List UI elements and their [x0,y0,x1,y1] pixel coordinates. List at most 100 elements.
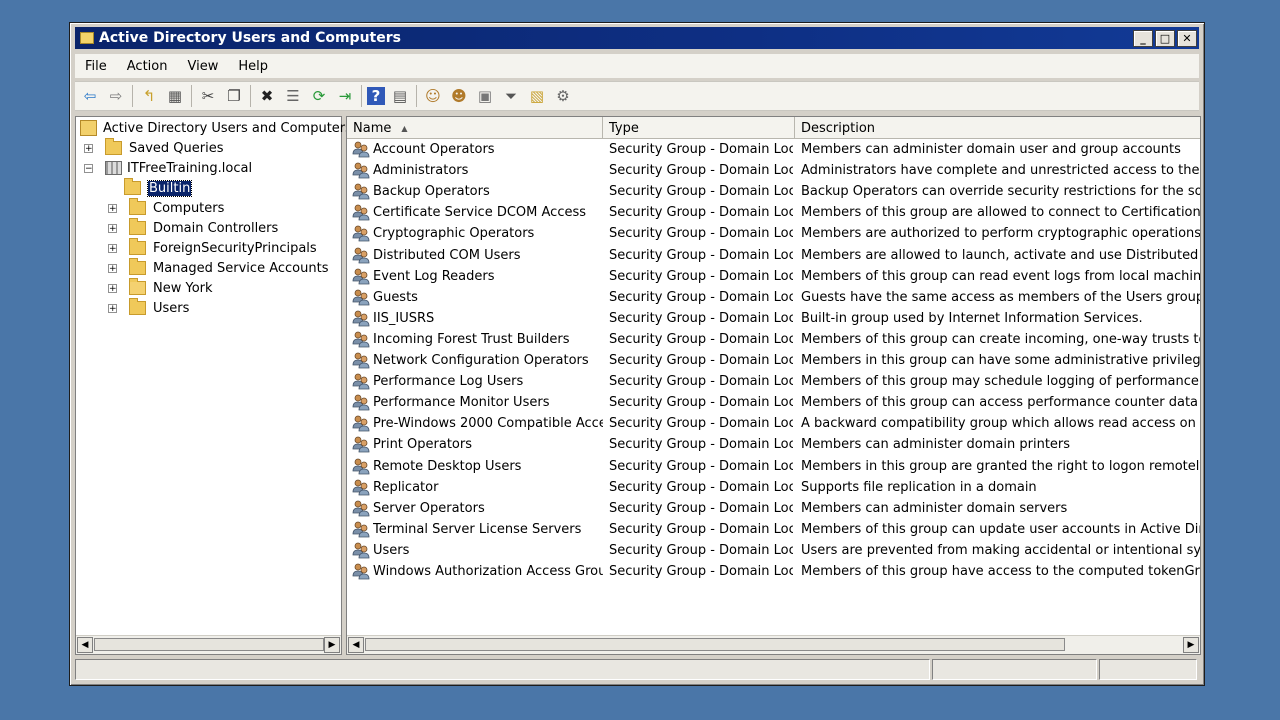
table-row[interactable]: Distributed COM Users Security Group - Do… [347,245,1200,266]
filter-icon[interactable]: ⏷ [500,85,522,107]
table-row[interactable]: Incoming Forest Trust Builders Security G… [347,329,1200,350]
show-console-tree-icon[interactable]: ▦ [164,85,186,107]
back-arrow-icon[interactable]: ⇦ [79,85,101,107]
table-row[interactable]: Cryptographic Operators Security Group - … [347,223,1200,244]
cell-description: Members are authorized to perform crypto… [801,226,1201,242]
menu-help[interactable]: Help [228,59,278,74]
tree-item-computers[interactable]: + Computers [108,198,224,218]
scroll-thumb[interactable] [365,638,1065,651]
scroll-left-arrow-icon[interactable]: ◀ [77,637,93,653]
table-row[interactable]: Server Operators Security Group - Domain … [347,498,1200,519]
table-row[interactable]: Backup Operators Security Group - Domain … [347,181,1200,202]
table-row[interactable]: IIS_IUSRS Security Group - Domain Local Bu… [347,308,1200,329]
tree-item-itfreetraining-local[interactable]: − ITFreeTraining.local [84,158,252,178]
maximize-button[interactable]: □ [1155,29,1175,47]
expand-icon[interactable]: + [84,143,93,153]
delegate-control-icon[interactable]: ⚙ [552,85,574,107]
tree-horizontal-scrollbar[interactable]: ◀ ▶ [76,635,341,654]
table-row[interactable]: Replicator Security Group - Domain Local S… [347,477,1200,498]
expand-icon[interactable]: + [108,303,117,313]
new-ou-icon[interactable]: ▣ [474,85,496,107]
cell-name: Certificate Service DCOM Access [373,205,587,221]
table-row[interactable]: Users Security Group - Domain Local Users … [347,540,1200,561]
cut-icon[interactable]: ✂ [197,85,219,107]
refresh-icon[interactable]: ⟳ [308,85,330,107]
tree-item-builtin[interactable]: Builtin [124,178,193,198]
cell-name: Network Configuration Operators [373,353,589,368]
tree-item-foreignsecurityprincipals[interactable]: + ForeignSecurityPrincipals [108,238,317,258]
expand-icon[interactable]: + [108,283,117,293]
title-bar[interactable]: Active Directory Users and Computers _ □… [75,27,1199,49]
cell-name: Account Operators [373,142,495,157]
cell-type: Security Group - Domain Local [609,500,793,516]
table-row[interactable]: Windows Authorization Access Group Securi… [347,561,1200,582]
collapse-icon[interactable]: − [84,163,93,173]
scroll-left-arrow-icon[interactable]: ◀ [348,637,364,653]
cell-type: Security Group - Domain Local [609,395,793,411]
expand-icon[interactable]: + [108,263,117,273]
up-folder-icon[interactable]: ↰ [138,85,160,107]
show-action-pane-icon[interactable]: ▤ [389,85,411,107]
cell-name: Event Log Readers [373,268,495,284]
expand-icon[interactable]: + [108,223,117,233]
cell-type: Security Group - Domain Local [609,268,793,284]
scroll-thumb[interactable] [94,638,324,651]
cell-description: Members of this group can update user ac… [801,521,1201,537]
status-cell-2 [932,659,1097,680]
table-row[interactable]: Certificate Service DCOM Access Security … [347,202,1200,223]
window-title: Active Directory Users and Computers [99,30,401,46]
table-row[interactable]: Print Operators Security Group - Domain L… [347,434,1200,455]
expand-icon[interactable]: + [108,243,117,253]
toolbar-separator [361,85,362,107]
cell-name: Performance Log Users [373,374,524,390]
scroll-right-arrow-icon[interactable]: ▶ [1183,637,1199,653]
column-header-type[interactable]: Type [603,117,795,138]
close-button[interactable]: ✕ [1177,29,1197,47]
security-group-icon [352,373,370,390]
table-row[interactable]: Guests Security Group - Domain Local Guest… [347,287,1200,308]
tree-item-saved-queries[interactable]: + Saved Queries [84,138,224,158]
table-row[interactable]: Pre-Windows 2000 Compatible Access Securi… [347,413,1200,434]
table-row[interactable]: Remote Desktop Users Security Group - Dom… [347,456,1200,477]
properties-icon[interactable]: ☰ [282,85,304,107]
minimize-button[interactable]: _ [1133,29,1153,47]
table-row[interactable]: Account Operators Security Group - Domain… [347,139,1200,160]
tree-item-users[interactable]: + Users [108,298,189,318]
cell-type: Security Group - Domain Local [609,564,793,579]
cell-description: A backward compatibility group which all… [801,416,1200,432]
tree-item-new-york[interactable]: + New York [108,278,213,298]
cell-description: Members of this group can create incomin… [801,331,1201,347]
cell-type: Security Group - Domain Local [609,184,793,200]
table-row[interactable]: Network Configuration Operators Security … [347,350,1200,371]
tree-item-domain-controllers[interactable]: + Domain Controllers [108,218,278,238]
tree-item-managed-service-accounts[interactable]: + Managed Service Accounts [108,258,328,278]
column-header-description[interactable]: Description [795,117,1200,138]
cell-type: Security Group - Domain Local [609,226,793,242]
table-row[interactable]: Administrators Security Group - Domain Lo… [347,160,1200,181]
console-tree: ◀ ▶ Active Directory Users and Computers… [75,116,352,655]
menu-view[interactable]: View [177,59,228,74]
column-header-name[interactable]: Name ▲ [347,117,603,138]
expand-icon[interactable]: + [108,203,117,213]
table-row[interactable]: Event Log Readers Security Group - Domain… [347,266,1200,287]
table-row[interactable]: Performance Monitor Users Security Group … [347,392,1200,413]
cell-description: Users are prevented from making accident… [801,542,1201,558]
scroll-right-arrow-icon[interactable]: ▶ [324,637,340,653]
list-horizontal-scrollbar[interactable]: ◀ ▶ [347,635,1200,654]
help-icon[interactable]: ? [367,87,385,105]
menu-file[interactable]: File [75,59,117,74]
copy-icon[interactable]: ❐ [223,85,245,107]
export-list-icon[interactable]: ⇥ [334,85,356,107]
tree-item-active-directory-users-and-computers[interactable]: Active Directory Users and Computers [80,118,352,138]
table-row[interactable]: Terminal Server License Servers Security … [347,519,1200,540]
add-to-group-icon[interactable]: ▧ [526,85,548,107]
table-row[interactable]: Performance Log Users Security Group - Do… [347,371,1200,392]
organizational-unit-icon [129,278,146,295]
menu-action[interactable]: Action [117,59,178,74]
cell-type: Security Group - Domain Local [609,521,793,537]
new-user-icon[interactable]: ☺ [422,85,444,107]
delete-icon[interactable]: ✖ [256,85,278,107]
menu-bar: File Action View Help [75,54,1199,78]
forward-arrow-icon[interactable]: ⇨ [105,85,127,107]
new-group-icon[interactable]: ☻ [448,85,470,107]
